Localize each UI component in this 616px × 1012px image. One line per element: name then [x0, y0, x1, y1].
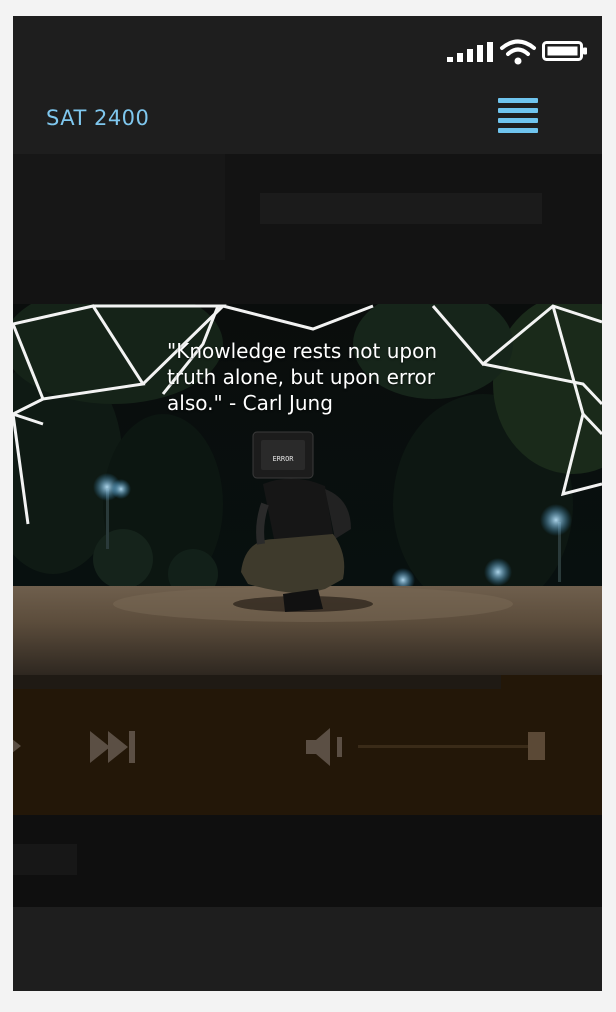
- bottom-area: [13, 907, 602, 991]
- app-header: SAT 2400: [13, 84, 602, 154]
- next-track-icon[interactable]: [88, 728, 138, 766]
- hamburger-menu-icon[interactable]: [495, 96, 541, 138]
- previous-icon[interactable]: [13, 731, 25, 761]
- battery-icon: [542, 41, 587, 61]
- placeholder-chip: [13, 844, 77, 875]
- media-player: [13, 675, 602, 815]
- volume-slider-thumb[interactable]: [528, 732, 545, 760]
- content-placeholder-panel: [13, 154, 602, 304]
- monitor-label: ERROR: [272, 455, 294, 463]
- hero-image: ERROR "Knowledge rests not upon truth al…: [13, 304, 602, 675]
- placeholder-bar: [260, 193, 542, 224]
- player-progress-strip: [13, 675, 501, 689]
- hero-quote: "Knowledge rests not upon truth alone, b…: [167, 339, 438, 415]
- wifi-icon: [500, 39, 536, 65]
- signal-icon: [447, 42, 493, 62]
- volume-slider-track[interactable]: [358, 745, 545, 748]
- volume-icon[interactable]: [304, 726, 346, 768]
- app-title: SAT 2400: [46, 106, 150, 130]
- footer-panel: [13, 815, 602, 907]
- placeholder-block: [13, 154, 225, 260]
- status-bar: [13, 16, 602, 84]
- phone-screen: SAT 2400 ERROR "Knowledge rests not upon…: [13, 16, 602, 991]
